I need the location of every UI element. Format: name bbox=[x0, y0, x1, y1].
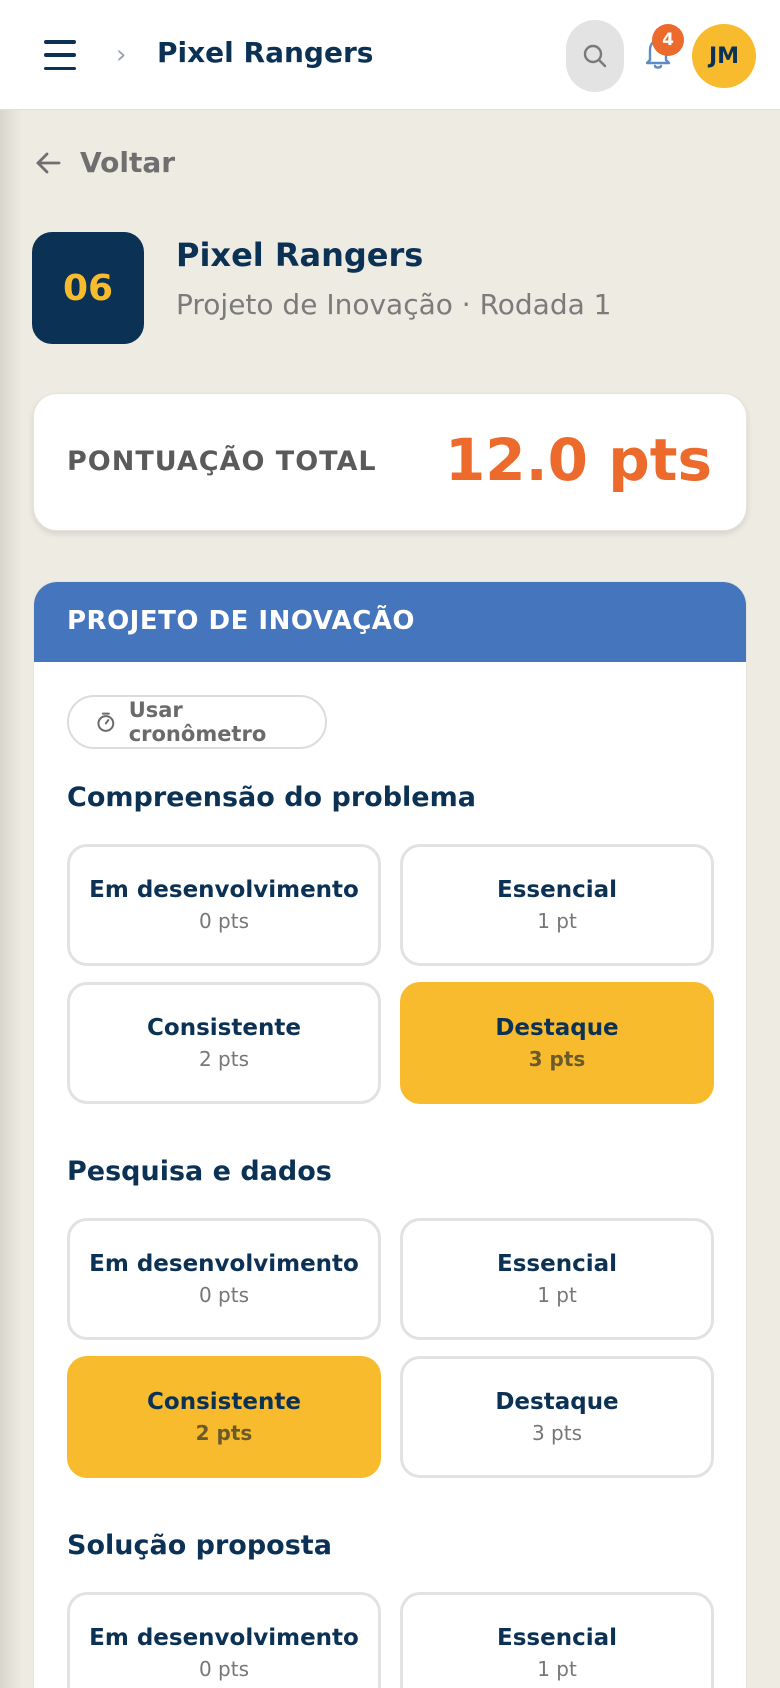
option-label: Em desenvolvimento bbox=[89, 1251, 359, 1277]
back-link[interactable]: Voltar bbox=[34, 146, 175, 179]
option-label: Consistente bbox=[147, 1015, 301, 1041]
option-em-desenvolvimento[interactable]: Em desenvolvimento 0 pts bbox=[67, 1592, 381, 1688]
total-score-label: PONTUAÇÃO TOTAL bbox=[67, 446, 377, 477]
option-essencial[interactable]: Essencial 1 pt bbox=[400, 844, 714, 966]
stopwatch-icon bbox=[97, 712, 115, 732]
option-points: 0 pts bbox=[198, 1657, 250, 1681]
option-destaque[interactable]: Destaque 3 pts bbox=[400, 1356, 714, 1478]
search-button[interactable] bbox=[566, 20, 624, 92]
search-icon bbox=[583, 44, 607, 68]
option-label: Essencial bbox=[497, 1251, 617, 1277]
timer-button[interactable]: Usar cronômetro bbox=[67, 695, 327, 749]
page-title: Pixel Rangers bbox=[157, 36, 374, 69]
criterion-title: Solução proposta bbox=[67, 1530, 332, 1561]
option-points: 1 pt bbox=[537, 1657, 577, 1681]
option-points: 3 pts bbox=[528, 1047, 586, 1071]
option-points: 0 pts bbox=[198, 909, 250, 933]
notification-count-badge: 4 bbox=[652, 24, 684, 56]
option-label: Em desenvolvimento bbox=[89, 1625, 359, 1651]
option-label: Consistente bbox=[147, 1389, 301, 1415]
criterion-title: Compreensão do problema bbox=[67, 782, 476, 813]
option-label: Essencial bbox=[497, 877, 617, 903]
option-label: Essencial bbox=[497, 1625, 617, 1651]
option-em-desenvolvimento[interactable]: Em desenvolvimento 0 pts bbox=[67, 844, 381, 966]
option-points: 1 pt bbox=[537, 1283, 577, 1307]
option-points: 2 pts bbox=[198, 1047, 250, 1071]
top-app-bar: › Pixel Rangers 4 JM bbox=[0, 0, 780, 110]
option-label: Destaque bbox=[495, 1389, 619, 1415]
team-name: Pixel Rangers bbox=[176, 236, 424, 274]
back-label: Voltar bbox=[80, 146, 176, 179]
chevron-right-icon: › bbox=[116, 40, 127, 70]
total-score-value: 12.0 pts bbox=[444, 426, 712, 494]
criterion-title: Pesquisa e dados bbox=[67, 1156, 332, 1187]
total-score-card: PONTUAÇÃO TOTAL 12.0 pts bbox=[33, 393, 747, 531]
section-card: PROJETO DE INOVAÇÃO Usar cronômetro Comp… bbox=[33, 581, 747, 1688]
option-essencial[interactable]: Essencial 1 pt bbox=[400, 1592, 714, 1688]
option-destaque[interactable]: Destaque 3 pts bbox=[400, 982, 714, 1104]
avatar[interactable]: JM bbox=[692, 24, 756, 88]
option-label: Em desenvolvimento bbox=[89, 877, 359, 903]
option-consistente[interactable]: Consistente 2 pts bbox=[67, 982, 381, 1104]
section-title: PROJETO DE INOVAÇÃO bbox=[34, 582, 746, 662]
team-subtitle: Projeto de Inovação · Rodada 1 bbox=[176, 288, 612, 321]
option-points: 2 pts bbox=[195, 1421, 253, 1445]
option-label: Destaque bbox=[495, 1015, 619, 1041]
option-consistente[interactable]: Consistente 2 pts bbox=[67, 1356, 381, 1478]
option-points: 0 pts bbox=[198, 1283, 250, 1307]
option-points: 1 pt bbox=[537, 909, 577, 933]
option-points: 3 pts bbox=[531, 1421, 583, 1445]
menu-icon[interactable] bbox=[44, 40, 76, 70]
arrow-left-icon bbox=[36, 152, 61, 173]
timer-label: Usar cronômetro bbox=[128, 698, 267, 746]
option-em-desenvolvimento[interactable]: Em desenvolvimento 0 pts bbox=[67, 1218, 381, 1340]
left-edge-shadow bbox=[0, 0, 22, 1688]
team-number-badge: 06 bbox=[32, 232, 144, 344]
option-essencial[interactable]: Essencial 1 pt bbox=[400, 1218, 714, 1340]
